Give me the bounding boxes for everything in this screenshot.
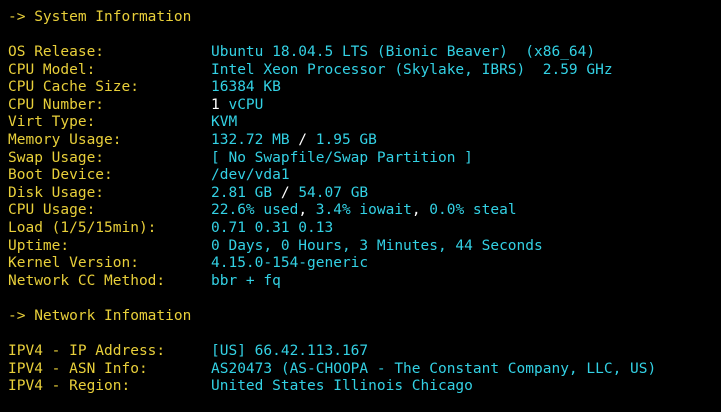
cpu-cache-value: 16384 KB (211, 79, 281, 96)
cpu-usage-value: 22.6% used, 3.4% iowait, 0.0% steal (211, 202, 517, 220)
memory-usage-label: Memory Usage: (8, 132, 122, 148)
cpu-model-label: CPU Model: (8, 61, 96, 78)
memory-separator: / (289, 132, 316, 148)
ipv4-asn-value: AS20473 (AS-CHOOPA - The Constant Compan… (211, 360, 657, 377)
disk-separator: / (272, 184, 299, 201)
system-info-header: -> System Information (8, 9, 192, 25)
kernel-version-label: Kernel Version: (8, 255, 139, 272)
disk-total: 54.07 GB (298, 184, 369, 201)
network-info-header: -> Network Infomation (8, 308, 192, 324)
swap-usage-label: Swap Usage: (8, 149, 105, 166)
memory-usage-value: 132.72 MB / 1.95 GB (211, 132, 377, 150)
cpu-number-count: 1 (211, 96, 220, 113)
cpu-usage-separator-1: , (298, 202, 316, 219)
boot-device-label: Boot Device: (8, 167, 113, 184)
kernel-version-value: 4.15.0-154-generic (211, 255, 369, 272)
cpu-number-label: CPU Number: (8, 96, 105, 113)
memory-used: 132.72 MB (211, 132, 290, 148)
virt-type-label: Virt Type: (8, 114, 96, 131)
cpu-cache-label: CPU Cache Size: (8, 79, 139, 96)
cpu-usage-label: CPU Usage: (8, 202, 96, 219)
swap-usage-value: [ No Swapfile/Swap Partition ] (211, 149, 473, 166)
network-cc-value: bbr + fq (211, 272, 281, 289)
virt-type-value: KVM (211, 114, 238, 131)
ipv4-address-label: IPV4 - IP Address: (8, 343, 166, 360)
terminal-window[interactable]: -> System Information OS Release: Ubuntu… (0, 0, 721, 412)
load-value: 0.71 0.31 0.13 (211, 220, 334, 236)
network-cc-label: Network CC Method: (8, 272, 166, 289)
disk-usage-label: Disk Usage: (8, 184, 105, 201)
cpu-used: 22.6% used (211, 202, 299, 219)
ipv4-region-value: United States Illinois Chicago (211, 378, 473, 395)
cpu-steal: 0.0% steal (429, 202, 517, 219)
boot-device-value: /dev/vda1 (211, 167, 290, 184)
cpu-iowait: 3.4% iowait (315, 202, 412, 219)
cpu-number-unit: vCPU (219, 96, 264, 113)
ipv4-address-value: [US] 66.42.113.167 (211, 343, 369, 360)
uptime-value: 0 Days, 0 Hours, 3 Minutes, 44 Seconds (211, 237, 543, 254)
os-release-label: OS Release: (8, 44, 105, 60)
os-release-value: Ubuntu 18.04.5 LTS (Bionic Beaver) (x86_… (211, 44, 596, 60)
cpu-usage-separator-2: , (411, 202, 430, 219)
cpu-model-value: Intel Xeon Processor (Skylake, IBRS) 2.5… (211, 61, 613, 78)
load-label: Load (1/5/15min): (8, 220, 157, 236)
ipv4-asn-label: IPV4 - ASN Info: (8, 360, 148, 377)
cpu-number-value: 1 vCPU (211, 97, 263, 115)
uptime-label: Uptime: (8, 237, 70, 254)
ipv4-region-label: IPV4 - Region: (8, 378, 131, 395)
disk-usage-value: 2.81 GB / 54.07 GB (211, 185, 368, 203)
disk-used: 2.81 GB (211, 184, 273, 201)
memory-total: 1.95 GB (315, 132, 377, 148)
